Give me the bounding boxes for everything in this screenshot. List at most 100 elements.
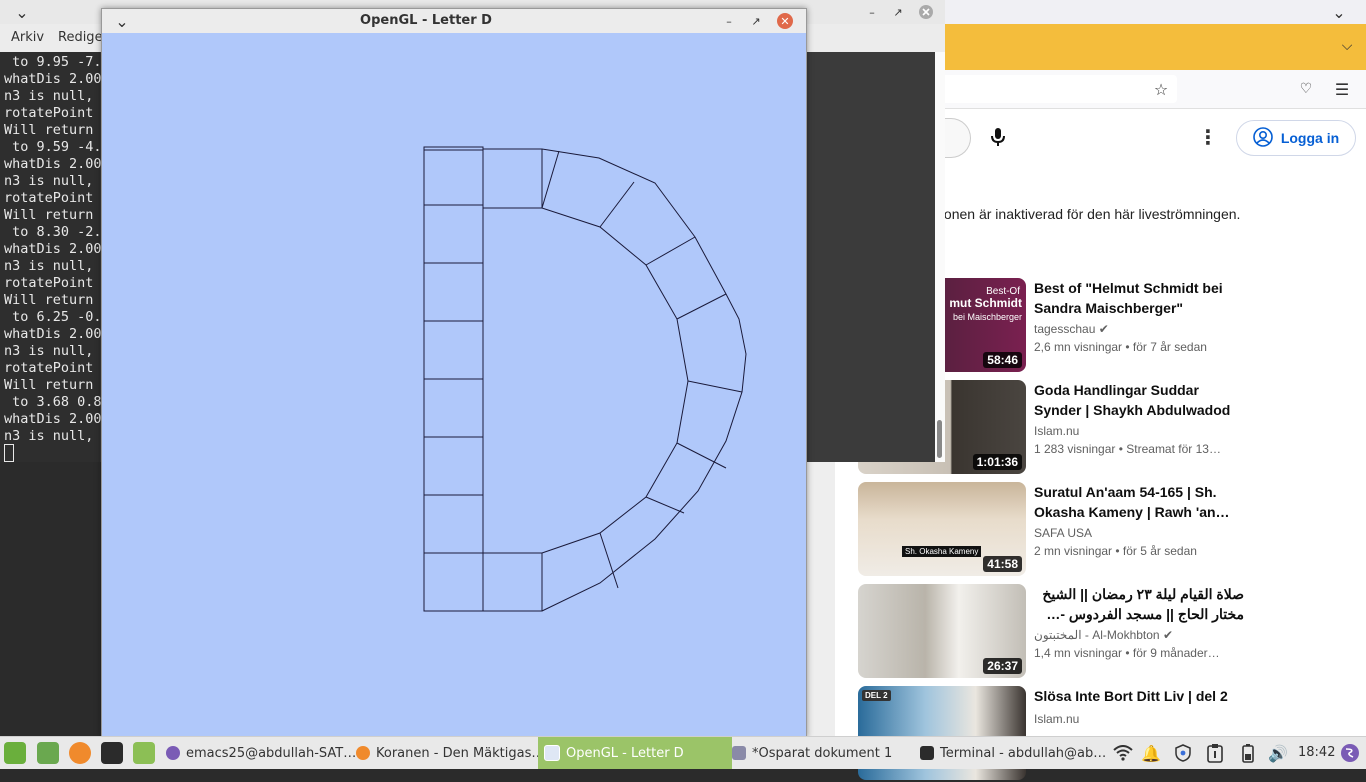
close-icon[interactable]: ✕ bbox=[777, 13, 793, 29]
terminal-line: rotatePoint bbox=[4, 190, 94, 206]
microphone-icon[interactable] bbox=[986, 125, 1010, 149]
pocket-icon[interactable]: ♡ bbox=[1294, 77, 1318, 101]
terminal-line: Will return bbox=[4, 377, 94, 393]
video-thumbnail[interactable]: 26:37 bbox=[858, 584, 1026, 678]
clock[interactable]: 18:42 bbox=[1298, 745, 1335, 760]
thumb-text: mut Schmidt bbox=[949, 296, 1022, 310]
video-title[interactable]: Goda Handlingar Suddar Synder | Shaykh A… bbox=[1034, 380, 1244, 420]
video-item[interactable]: 26:37 صلاة القيام ليلة ٢٣ رمضان || الشيخ… bbox=[858, 584, 1358, 680]
terminal-line: n3 is null, bbox=[4, 173, 94, 189]
task-label: *Osparat dokument 1 bbox=[752, 745, 893, 761]
video-duration: 26:37 bbox=[983, 658, 1022, 674]
close-icon[interactable] bbox=[914, 0, 938, 24]
verified-icon: ✔ bbox=[1162, 628, 1173, 642]
window-title: OpenGL - Letter D bbox=[360, 13, 492, 28]
terminal-line: whatDis 2.00 bbox=[4, 71, 102, 87]
chevron-down-icon[interactable]: ⌵ bbox=[1335, 34, 1359, 58]
video-item[interactable]: Sh. Okasha Kameny 41:58 Suratul An'aam 5… bbox=[858, 482, 1358, 578]
verified-icon: ✔ bbox=[1098, 322, 1109, 336]
thumb-subtext: Sh. Okasha Kameny bbox=[902, 546, 982, 557]
battery-icon[interactable] bbox=[1238, 743, 1258, 763]
terminal-line: rotatePoint bbox=[4, 275, 94, 291]
terminal-line: whatDis 2.00 bbox=[4, 326, 102, 342]
emacs-icon bbox=[166, 746, 180, 760]
window-icon bbox=[544, 745, 560, 761]
login-button[interactable]: Logga in bbox=[1236, 120, 1356, 156]
maximize-icon[interactable]: ↗ bbox=[748, 13, 764, 29]
terminal-icon[interactable] bbox=[101, 742, 123, 764]
menu-redigera[interactable]: Redige bbox=[58, 30, 103, 45]
volume-icon[interactable]: 🔊 bbox=[1268, 743, 1288, 763]
video-channel[interactable]: Islam.nu bbox=[1034, 712, 1079, 726]
hamburger-menu-icon[interactable]: ☰ bbox=[1330, 77, 1354, 101]
terminal-line: to 6.25 -0. bbox=[4, 309, 102, 325]
task-text-editor[interactable]: *Osparat dokument 1 bbox=[726, 737, 917, 769]
task-label: OpenGL - Letter D bbox=[566, 745, 684, 761]
terminal-line: to 9.59 -4. bbox=[4, 139, 102, 155]
more-options-icon[interactable]: ⋮ bbox=[1196, 125, 1220, 149]
terminal-line: whatDis 2.00 bbox=[4, 241, 102, 257]
minimize-icon[interactable]: – bbox=[721, 13, 737, 29]
channel-name: المختبتون - Al-Mokhbton bbox=[1034, 628, 1160, 642]
video-thumbnail[interactable]: Sh. Okasha Kameny 41:58 bbox=[858, 482, 1026, 576]
terminal-cursor bbox=[4, 444, 14, 462]
video-duration: 1:01:36 bbox=[972, 454, 1022, 470]
task-label: Koranen - Den Mäktigas… bbox=[376, 745, 541, 761]
files-icon[interactable] bbox=[133, 742, 155, 764]
video-meta: 2,6 mn visningar • för 7 år sedan bbox=[1034, 340, 1207, 354]
video-meta: 1,4 mn visningar • för 9 månader… bbox=[1034, 646, 1220, 660]
terminal-line: whatDis 2.00 bbox=[4, 156, 102, 172]
task-label: emacs25@abdullah-SAT… bbox=[186, 745, 356, 761]
task-emacs[interactable]: emacs25@abdullah-SAT… bbox=[160, 737, 356, 769]
task-label: Terminal - abdullah@ab… bbox=[940, 745, 1107, 761]
task-firefox[interactable]: Koranen - Den Mäktigas… bbox=[350, 737, 541, 769]
video-duration: 41:58 bbox=[983, 556, 1022, 572]
terminal-line: n3 is null, bbox=[4, 88, 94, 104]
shield-icon[interactable] bbox=[1173, 743, 1193, 763]
maximize-icon[interactable]: ↗ bbox=[886, 0, 910, 24]
menu-arkiv[interactable]: Arkiv bbox=[11, 30, 44, 45]
video-channel[interactable]: tagesschau ✔ bbox=[1034, 322, 1109, 336]
scrollbar-thumb[interactable] bbox=[937, 420, 942, 458]
bookmark-star-icon[interactable]: ☆ bbox=[1149, 77, 1173, 101]
opengl-window: ⌄ OpenGL - Letter D – ↗ ✕ bbox=[101, 8, 807, 738]
text-editor-icon bbox=[732, 746, 746, 760]
terminal-line: Will return bbox=[4, 122, 94, 138]
terminal-line: to 8.30 -2. bbox=[4, 224, 102, 240]
video-meta: 1 283 visningar • Streamat för 13… bbox=[1034, 442, 1221, 456]
terminal-line: to 3.68 0.8 bbox=[4, 394, 102, 410]
video-channel[interactable]: Islam.nu bbox=[1034, 424, 1079, 438]
thumb-subtext: bei Maischberger bbox=[952, 312, 1022, 322]
notifications-icon[interactable]: 🔔 bbox=[1141, 743, 1161, 763]
emacs-tray-icon[interactable] bbox=[1340, 743, 1360, 763]
terminal-line: n3 is null, bbox=[4, 343, 94, 359]
opengl-canvas[interactable] bbox=[102, 33, 806, 737]
terminal-scrollbar[interactable] bbox=[935, 52, 945, 462]
terminal-line: n3 is null, bbox=[4, 258, 94, 274]
wifi-icon[interactable] bbox=[1113, 743, 1133, 763]
video-title[interactable]: Slösa Inte Bort Ditt Liv | del 2 bbox=[1034, 686, 1244, 706]
firefox-icon bbox=[356, 746, 370, 760]
window-menu-icon[interactable]: ⌄ bbox=[1327, 0, 1351, 24]
video-channel[interactable]: SAFA USA bbox=[1034, 526, 1092, 540]
clipboard-icon[interactable] bbox=[1205, 743, 1225, 763]
show-desktop-icon[interactable] bbox=[37, 742, 59, 764]
account-icon bbox=[1253, 126, 1273, 150]
minimize-icon[interactable]: – bbox=[860, 0, 884, 24]
taskbar: emacs25@abdullah-SAT… Koranen - Den Mäkt… bbox=[0, 736, 1366, 769]
opengl-titlebar[interactable]: ⌄ OpenGL - Letter D – ↗ ✕ bbox=[102, 9, 806, 33]
letter-d-wireframe bbox=[423, 146, 747, 612]
mint-menu-icon[interactable] bbox=[4, 742, 26, 764]
task-terminal[interactable]: Terminal - abdullah@ab… bbox=[914, 737, 1110, 769]
video-channel[interactable]: المختبتون - Al-Mokhbton ✔ bbox=[1034, 628, 1173, 642]
window-menu-icon[interactable]: ⌄ bbox=[10, 0, 34, 24]
video-title[interactable]: Best of "Helmut Schmidt bei Sandra Maisc… bbox=[1034, 278, 1244, 318]
firefox-icon[interactable] bbox=[69, 742, 91, 764]
terminal-line: whatDis 2.00 bbox=[4, 411, 102, 427]
terminal-icon bbox=[920, 746, 934, 760]
video-title[interactable]: صلاة القيام ليلة ٢٣ رمضان || الشيخ مختار… bbox=[1034, 584, 1244, 624]
terminal-line: rotatePoint bbox=[4, 105, 94, 121]
task-opengl[interactable]: OpenGL - Letter D bbox=[538, 737, 732, 769]
video-title[interactable]: Suratul An'aam 54-165 | Sh. Okasha Kamen… bbox=[1034, 482, 1244, 522]
background-panel bbox=[805, 462, 835, 736]
